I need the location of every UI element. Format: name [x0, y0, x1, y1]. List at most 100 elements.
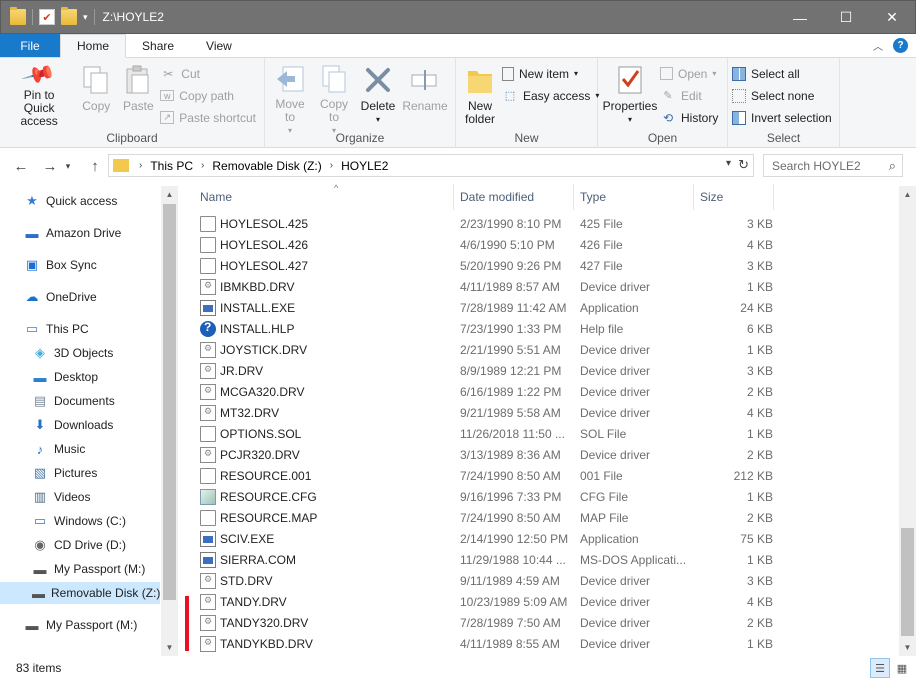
minimize-button[interactable]: —: [777, 1, 823, 34]
file-row[interactable]: JOYSTICK.DRV 2/21/1990 5:51 AM Device driv…: [198, 340, 773, 361]
column-header-date[interactable]: Date modified: [454, 184, 574, 210]
paste-button[interactable]: Paste: [118, 62, 158, 130]
file-row[interactable]: HOYLESOL.426 4/6/1990 5:10 PM 426 File 4 KB: [198, 235, 773, 256]
details-view-button[interactable]: ☰: [870, 658, 890, 678]
address-bar[interactable]: › This PC › Removable Disk (Z:) › HOYLE2…: [108, 154, 754, 177]
forward-button[interactable]: →: [38, 154, 62, 178]
column-header-size[interactable]: Size: [694, 184, 774, 210]
nav-item-windows-c[interactable]: ▭ Windows (C:): [0, 510, 126, 532]
file-row[interactable]: JR.DRV 8/9/1989 12:21 PM Device driver 3 KB: [198, 361, 773, 382]
easy-access-button[interactable]: ⬚ Easy access ▾: [502, 86, 603, 105]
help-icon[interactable]: ?: [893, 38, 908, 53]
select-none-button[interactable]: Select none: [732, 86, 836, 105]
cut-button[interactable]: ✂ Cut: [160, 64, 260, 83]
documents-icon: ▤: [33, 393, 47, 408]
search-input[interactable]: Search HOYLE2 ⌕: [763, 154, 903, 177]
large-icons-view-button[interactable]: ▦: [892, 658, 912, 678]
nav-item-this-pc[interactable]: ▭ This PC: [0, 318, 89, 340]
nav-item-my-passport-m[interactable]: ▬ My Passport (M:): [0, 614, 138, 636]
file-row[interactable]: STD.DRV 9/11/1989 4:59 AM Device driver 3 K…: [198, 571, 773, 592]
tab-file[interactable]: File: [0, 34, 60, 57]
maximize-button[interactable]: ☐: [823, 1, 869, 34]
new-folder-icon[interactable]: [61, 7, 77, 25]
nav-scroll-thumb[interactable]: [163, 204, 176, 600]
file-row[interactable]: IBMKBD.DRV 4/11/1989 8:57 AM Device driver…: [198, 277, 773, 298]
nav-item-3d-objects[interactable]: ◈ 3D Objects: [0, 342, 113, 364]
copy-path-button[interactable]: w Copy path: [160, 86, 260, 105]
column-header-name[interactable]: Name ^: [194, 183, 454, 210]
copy-button[interactable]: Copy: [76, 62, 116, 130]
nav-item-downloads[interactable]: ⬇ Downloads: [0, 414, 114, 436]
up-button[interactable]: ↑: [83, 154, 107, 178]
file-date: 9/11/1989 4:59 AM: [460, 574, 560, 588]
invert-selection-button[interactable]: Invert selection: [732, 108, 836, 127]
nav-item-onedrive[interactable]: ☁ OneDrive: [0, 286, 97, 308]
column-header-type[interactable]: Type: [574, 184, 694, 210]
nav-item-cd-drive-d[interactable]: ◉ CD Drive (D:): [0, 534, 126, 556]
new-item-button[interactable]: New item ▾: [502, 64, 603, 83]
scroll-down-icon[interactable]: ▼: [899, 639, 916, 656]
breadcrumb-hoyle2[interactable]: HOYLE2: [337, 159, 392, 173]
nav-item-amazon-drive[interactable]: ▬ Amazon Drive: [0, 222, 122, 244]
history-button[interactable]: ⟲ History: [660, 108, 722, 127]
new-folder-button[interactable]: New folder: [460, 62, 500, 130]
move-to-button[interactable]: Move to ▾: [269, 62, 311, 135]
file-row[interactable]: OPTIONS.SOL 11/26/2018 11:50 ... SOL File 1…: [198, 424, 773, 445]
file-row[interactable]: INSTALL.EXE 7/28/1989 11:42 AM Application…: [198, 298, 773, 319]
recent-locations-button[interactable]: ▾: [62, 154, 74, 178]
back-button[interactable]: ←: [9, 154, 33, 178]
file-row[interactable]: SIERRA.COM 11/29/1988 10:44 ... MS-DOS App…: [198, 550, 773, 571]
file-row[interactable]: SCIV.EXE 2/14/1990 12:50 PM Application 75 …: [198, 529, 773, 550]
file-row[interactable]: TANDY.DRV 10/23/1989 5:09 AM Device driver…: [198, 592, 773, 613]
address-dropdown-icon[interactable]: ▾: [726, 158, 731, 169]
nav-item-desktop[interactable]: ▬ Desktop: [0, 366, 99, 388]
file-row[interactable]: INSTALL.HLP 7/23/1990 1:33 PM Help file 6 K…: [198, 319, 773, 340]
nav-item-my-passport-m[interactable]: ▬ My Passport (M:): [0, 558, 146, 580]
file-row[interactable]: RESOURCE.CFG 9/16/1996 7:33 PM CFG File 1 K…: [198, 487, 773, 508]
properties-button[interactable]: Properties ▾: [602, 62, 658, 130]
scroll-down-icon[interactable]: ▼: [161, 639, 178, 656]
scroll-up-icon[interactable]: ▲: [161, 186, 178, 203]
file-row[interactable]: RESOURCE.001 7/24/1990 8:50 AM 001 File 212…: [198, 466, 773, 487]
nav-item-documents[interactable]: ▤ Documents: [0, 390, 115, 412]
delete-button[interactable]: Delete ▾: [357, 62, 399, 130]
file-row[interactable]: HOYLESOL.425 2/23/1990 8:10 PM 425 File 3 K…: [198, 214, 773, 235]
file-type: Device driver: [580, 385, 651, 399]
tab-view[interactable]: View: [190, 34, 248, 57]
paste-shortcut-button[interactable]: ↗ Paste shortcut: [160, 108, 260, 127]
open-button[interactable]: Open ▾: [660, 64, 722, 83]
file-row[interactable]: TANDYKBD.DRV 4/11/1989 8:55 AM Device driv…: [198, 634, 773, 655]
scroll-up-icon[interactable]: ▲: [899, 186, 916, 203]
file-row[interactable]: HOYLESOL.427 5/20/1990 9:26 PM 427 File 3 K…: [198, 256, 773, 277]
refresh-icon[interactable]: ↻: [738, 157, 749, 173]
nav-item-pictures[interactable]: ▧ Pictures: [0, 462, 98, 484]
file-row[interactable]: MCGA320.DRV 6/16/1989 1:22 PM Device drive…: [198, 382, 773, 403]
properties-check-icon[interactable]: ✔: [39, 9, 55, 25]
breadcrumb-this-pc[interactable]: This PC: [146, 159, 197, 173]
close-button[interactable]: ✕: [869, 1, 915, 34]
nav-item-videos[interactable]: ▥ Videos: [0, 486, 91, 508]
file-row[interactable]: TANDY320.DRV 7/28/1989 7:50 AM Device driv…: [198, 613, 773, 634]
address-row: ← → ▾ ↑ › This PC › Removable Disk (Z:) …: [0, 148, 916, 184]
customize-toolbar-dropdown-icon[interactable]: ▾: [83, 12, 88, 23]
file-row[interactable]: PCJR320.DRV 3/13/1989 8:36 AM Device drive…: [198, 445, 773, 466]
breadcrumb-removable-disk[interactable]: Removable Disk (Z:): [208, 159, 325, 173]
file-row[interactable]: RESOURCE.MAP 7/24/1990 8:50 AM MAP File 2 K…: [198, 508, 773, 529]
rename-button[interactable]: Rename: [401, 62, 449, 130]
nav-item-box-sync[interactable]: ▣ Box Sync: [0, 254, 97, 276]
file-row[interactable]: MT32.DRV 9/21/1989 5:58 AM Device driver 4 …: [198, 403, 773, 424]
nav-item-removable-disk-z[interactable]: ▬ Removable Disk (Z:): [0, 582, 160, 604]
amazon-drive-icon: ▬: [25, 225, 39, 241]
collapse-ribbon-icon[interactable]: ︿: [873, 38, 883, 53]
select-all-button[interactable]: Select all: [732, 64, 836, 83]
copy-to-button[interactable]: Copy to ▾: [313, 62, 355, 135]
nav-item-quick-access[interactable]: ★ Quick access: [0, 190, 117, 212]
tab-share[interactable]: Share: [126, 34, 190, 57]
tab-home[interactable]: Home: [60, 34, 127, 58]
file-scroll-thumb[interactable]: [901, 528, 914, 636]
nav-item-music[interactable]: ♪ Music: [0, 438, 86, 460]
pin-quick-access-button[interactable]: 📌 Pin to Quick access: [4, 57, 74, 130]
edit-button[interactable]: ✎ Edit: [660, 86, 722, 105]
file-list-scrollbar[interactable]: ▲ ▼: [899, 186, 916, 656]
nav-scrollbar[interactable]: ▲ ▼: [161, 186, 178, 656]
